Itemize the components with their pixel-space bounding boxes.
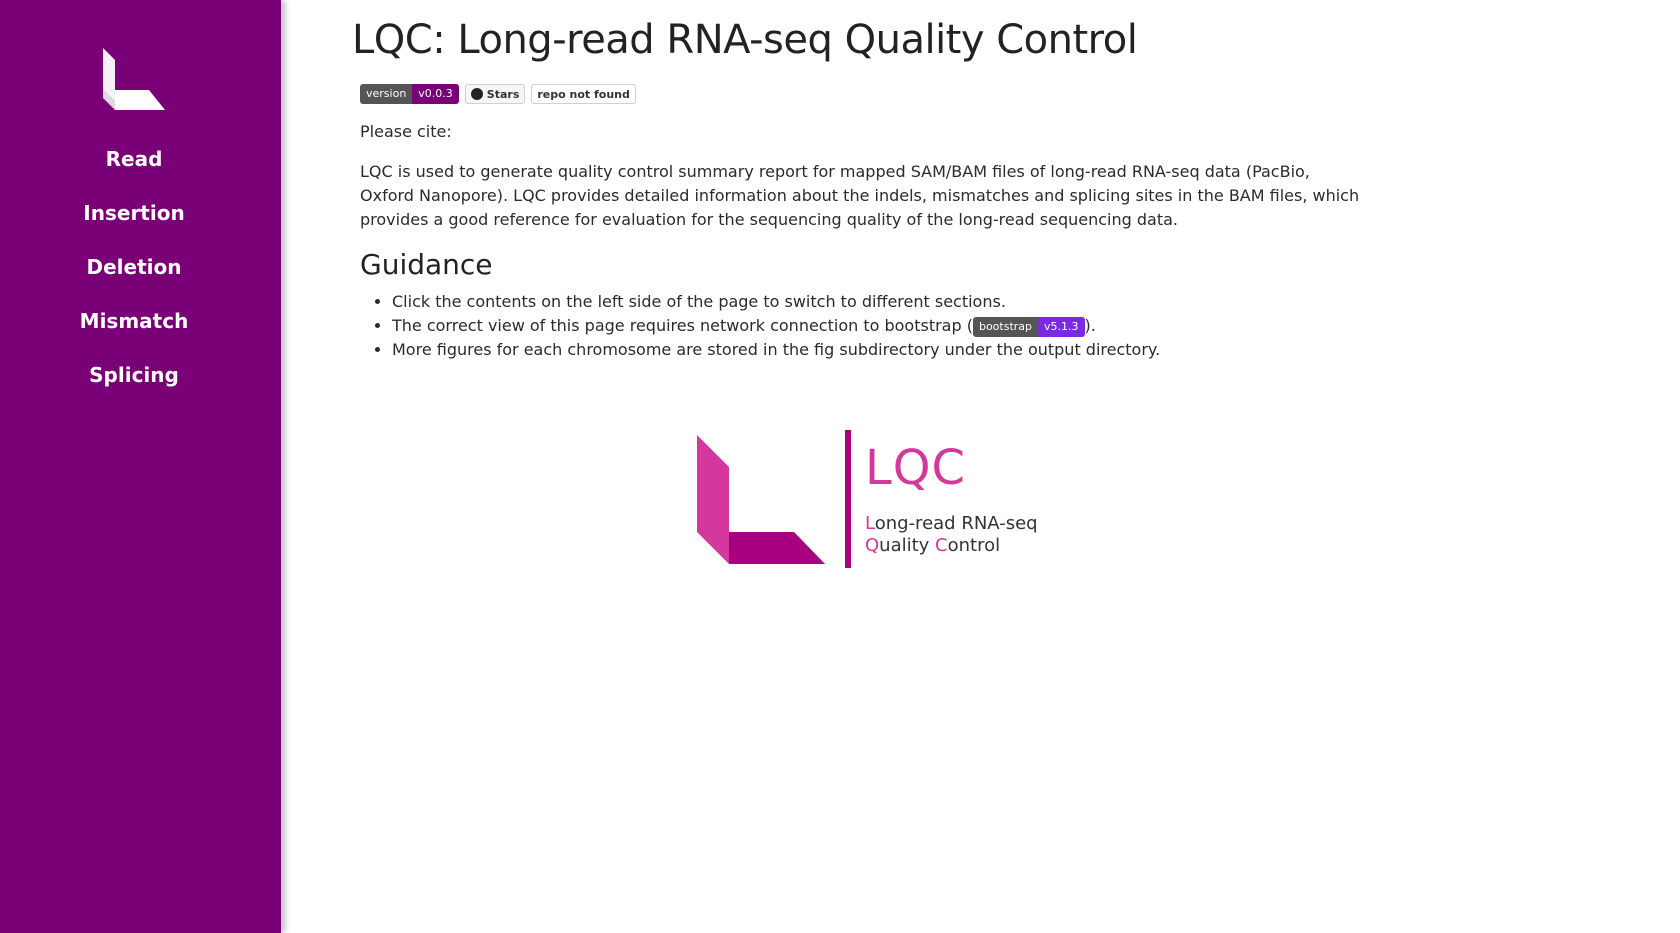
version-badge-label: version bbox=[360, 84, 413, 104]
lqc-logo-icon[interactable] bbox=[101, 46, 167, 112]
bootstrap-badge-label: bootstrap bbox=[972, 316, 1039, 337]
bootstrap-badge[interactable]: bootstrap v5.1.3 bbox=[972, 316, 1085, 337]
guidance-heading: Guidance bbox=[360, 248, 493, 281]
sidebar-nav: Read Insertion Deletion Mismatch Splicin… bbox=[0, 144, 268, 414]
sidebar-item-mismatch[interactable]: Mismatch bbox=[0, 306, 268, 360]
logo-title: LQC bbox=[865, 440, 967, 496]
version-badge-value: v0.0.3 bbox=[412, 84, 459, 104]
logo-sub-letter: C bbox=[935, 535, 948, 556]
guidance-item-text: More figures for each chromosome are sto… bbox=[392, 340, 1161, 359]
guidance-item-text: ). bbox=[1084, 316, 1096, 335]
logo-sub-text: ong-read RNA-seq bbox=[874, 513, 1038, 534]
badge-row: version v0.0.3 Stars repo not found bbox=[360, 84, 636, 104]
github-stars-badge[interactable]: Stars bbox=[464, 84, 526, 104]
version-badge[interactable]: version v0.0.3 bbox=[360, 84, 459, 104]
repo-label: repo not found bbox=[537, 87, 630, 101]
guidance-list: Click the contents on the left side of t… bbox=[360, 290, 1392, 362]
bootstrap-badge-value: v5.1.3 bbox=[1038, 316, 1085, 337]
logo-sub-letter: Q bbox=[865, 535, 880, 556]
page-title: LQC: Long-read RNA-seq Quality Control bbox=[352, 17, 1138, 63]
repo-badge[interactable]: repo not found bbox=[531, 84, 636, 104]
logo-subtitle: Long-read RNA-seq Quality Control bbox=[865, 513, 1038, 557]
list-item: More figures for each chromosome are sto… bbox=[392, 338, 1392, 362]
sidebar-item-insertion[interactable]: Insertion bbox=[0, 198, 268, 252]
list-item: Click the contents on the left side of t… bbox=[392, 290, 1392, 314]
guidance-item-text: The correct view of this page requires n… bbox=[392, 316, 973, 335]
list-item: The correct view of this page requires n… bbox=[392, 314, 1392, 338]
stars-label: Stars bbox=[486, 87, 520, 101]
cite-text: Please cite: bbox=[360, 122, 452, 141]
sidebar: Read Insertion Deletion Mismatch Splicin… bbox=[0, 0, 281, 933]
sidebar-item-splicing[interactable]: Splicing bbox=[0, 360, 268, 414]
github-icon bbox=[470, 88, 483, 100]
sidebar-item-read[interactable]: Read bbox=[0, 144, 268, 198]
description-text: LQC is used to generate quality control … bbox=[360, 162, 1360, 229]
logo-sub-letter: L bbox=[865, 513, 875, 534]
sidebar-item-deletion[interactable]: Deletion bbox=[0, 252, 268, 306]
logo-sub-text: ontrol bbox=[947, 535, 1001, 556]
logo-sub-text: uality bbox=[879, 535, 936, 556]
guidance-item-text: Click the contents on the left side of t… bbox=[392, 292, 1006, 311]
